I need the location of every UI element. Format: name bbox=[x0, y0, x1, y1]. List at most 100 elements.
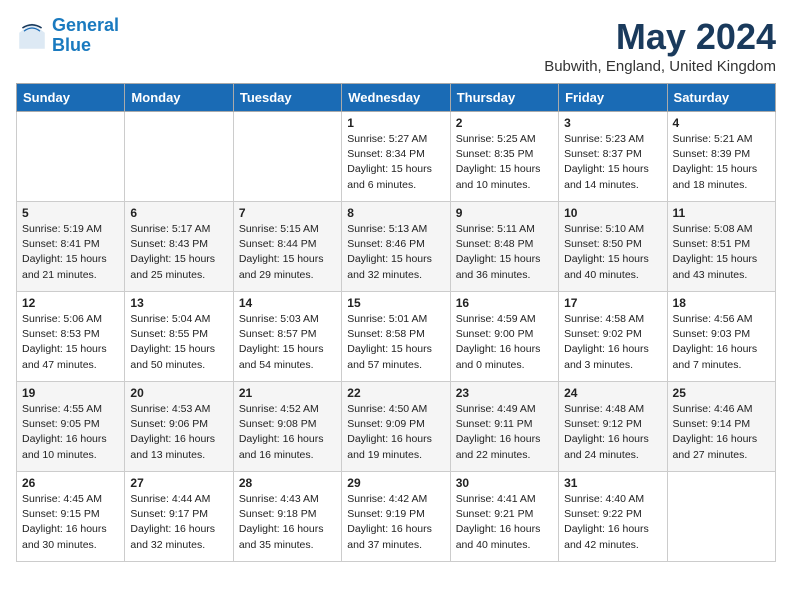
calendar-cell: 13 Sunrise: 5:04 AM Sunset: 8:55 PM Dayli… bbox=[125, 292, 233, 382]
day-number: 1 bbox=[347, 116, 444, 130]
calendar-cell: 1 Sunrise: 5:27 AM Sunset: 8:34 PM Daylig… bbox=[342, 112, 450, 202]
day-number: 3 bbox=[564, 116, 661, 130]
calendar-cell: 26 Sunrise: 4:45 AM Sunset: 9:15 PM Dayli… bbox=[17, 472, 125, 562]
day-details: Sunrise: 5:19 AM Sunset: 8:41 PM Dayligh… bbox=[22, 222, 119, 283]
day-number: 28 bbox=[239, 476, 336, 490]
day-number: 20 bbox=[130, 386, 227, 400]
day-number: 14 bbox=[239, 296, 336, 310]
calendar-cell: 27 Sunrise: 4:44 AM Sunset: 9:17 PM Dayli… bbox=[125, 472, 233, 562]
day-details: Sunrise: 5:04 AM Sunset: 8:55 PM Dayligh… bbox=[130, 312, 227, 373]
logo-text: General Blue bbox=[52, 16, 119, 56]
day-details: Sunrise: 5:01 AM Sunset: 8:58 PM Dayligh… bbox=[347, 312, 444, 373]
day-number: 17 bbox=[564, 296, 661, 310]
calendar-cell: 6 Sunrise: 5:17 AM Sunset: 8:43 PM Daylig… bbox=[125, 202, 233, 292]
day-number: 8 bbox=[347, 206, 444, 220]
calendar-cell: 25Sunrise: 4:46 AM Sunset: 9:14 PM Dayli… bbox=[667, 382, 775, 472]
day-details: Sunrise: 4:42 AM Sunset: 9:19 PM Dayligh… bbox=[347, 492, 444, 553]
calendar-cell: 10Sunrise: 5:10 AM Sunset: 8:50 PM Dayli… bbox=[559, 202, 667, 292]
day-details: Sunrise: 5:25 AM Sunset: 8:35 PM Dayligh… bbox=[456, 132, 553, 193]
day-number: 2 bbox=[456, 116, 553, 130]
day-number: 7 bbox=[239, 206, 336, 220]
header-day-friday: Friday bbox=[559, 84, 667, 112]
day-number: 31 bbox=[564, 476, 661, 490]
calendar-cell: 14 Sunrise: 5:03 AM Sunset: 8:57 PM Dayli… bbox=[233, 292, 341, 382]
calendar-cell: 23 Sunrise: 4:49 AM Sunset: 9:11 PM Dayli… bbox=[450, 382, 558, 472]
day-details: Sunrise: 5:15 AM Sunset: 8:44 PM Dayligh… bbox=[239, 222, 336, 283]
day-number: 13 bbox=[130, 296, 227, 310]
title-block: May 2024 Bubwith, England, United Kingdo… bbox=[544, 16, 776, 75]
calendar-cell: 5 Sunrise: 5:19 AM Sunset: 8:41 PM Daylig… bbox=[17, 202, 125, 292]
logo-line1: General bbox=[52, 15, 119, 35]
day-number: 10 bbox=[564, 206, 661, 220]
header-day-monday: Monday bbox=[125, 84, 233, 112]
calendar-cell: 7 Sunrise: 5:15 AM Sunset: 8:44 PM Daylig… bbox=[233, 202, 341, 292]
calendar-cell: 16 Sunrise: 4:59 AM Sunset: 9:00 PM Dayli… bbox=[450, 292, 558, 382]
day-number: 18 bbox=[673, 296, 770, 310]
day-details: Sunrise: 4:52 AM Sunset: 9:08 PM Dayligh… bbox=[239, 402, 336, 463]
header-day-sunday: Sunday bbox=[17, 84, 125, 112]
calendar-cell: 15 Sunrise: 5:01 AM Sunset: 8:58 PM Dayli… bbox=[342, 292, 450, 382]
day-number: 15 bbox=[347, 296, 444, 310]
calendar-week-row: 26 Sunrise: 4:45 AM Sunset: 9:15 PM Dayli… bbox=[17, 472, 776, 562]
day-number: 29 bbox=[347, 476, 444, 490]
day-details: Sunrise: 5:08 AM Sunset: 8:51 PM Dayligh… bbox=[673, 222, 770, 283]
calendar-week-row: 12Sunrise: 5:06 AM Sunset: 8:53 PM Dayli… bbox=[17, 292, 776, 382]
day-details: Sunrise: 4:56 AM Sunset: 9:03 PM Dayligh… bbox=[673, 312, 770, 373]
calendar-cell: 11 Sunrise: 5:08 AM Sunset: 8:51 PM Dayli… bbox=[667, 202, 775, 292]
day-number: 21 bbox=[239, 386, 336, 400]
day-details: Sunrise: 5:17 AM Sunset: 8:43 PM Dayligh… bbox=[130, 222, 227, 283]
day-details: Sunrise: 4:58 AM Sunset: 9:02 PM Dayligh… bbox=[564, 312, 661, 373]
page-header: General Blue May 2024 Bubwith, England, … bbox=[16, 16, 776, 75]
location: Bubwith, England, United Kingdom bbox=[544, 58, 776, 75]
day-number: 25 bbox=[673, 386, 770, 400]
day-number: 5 bbox=[22, 206, 119, 220]
calendar-cell: 2 Sunrise: 5:25 AM Sunset: 8:35 PM Daylig… bbox=[450, 112, 558, 202]
calendar-cell: 4 Sunrise: 5:21 AM Sunset: 8:39 PM Daylig… bbox=[667, 112, 775, 202]
calendar-cell: 31 Sunrise: 4:40 AM Sunset: 9:22 PM Dayli… bbox=[559, 472, 667, 562]
day-details: Sunrise: 5:03 AM Sunset: 8:57 PM Dayligh… bbox=[239, 312, 336, 373]
calendar-cell: 22Sunrise: 4:50 AM Sunset: 9:09 PM Dayli… bbox=[342, 382, 450, 472]
header-day-wednesday: Wednesday bbox=[342, 84, 450, 112]
day-number: 11 bbox=[673, 206, 770, 220]
day-details: Sunrise: 5:06 AM Sunset: 8:53 PM Dayligh… bbox=[22, 312, 119, 373]
calendar-cell: 3 Sunrise: 5:23 AM Sunset: 8:37 PM Daylig… bbox=[559, 112, 667, 202]
calendar-cell: 18 Sunrise: 4:56 AM Sunset: 9:03 PM Dayli… bbox=[667, 292, 775, 382]
calendar-cell: 20Sunrise: 4:53 AM Sunset: 9:06 PM Dayli… bbox=[125, 382, 233, 472]
day-details: Sunrise: 5:27 AM Sunset: 8:34 PM Dayligh… bbox=[347, 132, 444, 193]
day-number: 6 bbox=[130, 206, 227, 220]
calendar-cell: 21 Sunrise: 4:52 AM Sunset: 9:08 PM Dayli… bbox=[233, 382, 341, 472]
day-details: Sunrise: 4:44 AM Sunset: 9:17 PM Dayligh… bbox=[130, 492, 227, 553]
logo-line2: Blue bbox=[52, 35, 91, 55]
calendar-week-row: 1 Sunrise: 5:27 AM Sunset: 8:34 PM Daylig… bbox=[17, 112, 776, 202]
day-details: Sunrise: 4:40 AM Sunset: 9:22 PM Dayligh… bbox=[564, 492, 661, 553]
day-details: Sunrise: 4:48 AM Sunset: 9:12 PM Dayligh… bbox=[564, 402, 661, 463]
header-day-saturday: Saturday bbox=[667, 84, 775, 112]
day-details: Sunrise: 4:50 AM Sunset: 9:09 PM Dayligh… bbox=[347, 402, 444, 463]
day-details: Sunrise: 5:13 AM Sunset: 8:46 PM Dayligh… bbox=[347, 222, 444, 283]
calendar-cell: 19Sunrise: 4:55 AM Sunset: 9:05 PM Dayli… bbox=[17, 382, 125, 472]
day-number: 4 bbox=[673, 116, 770, 130]
day-number: 19 bbox=[22, 386, 119, 400]
day-number: 16 bbox=[456, 296, 553, 310]
day-number: 26 bbox=[22, 476, 119, 490]
day-number: 24 bbox=[564, 386, 661, 400]
day-details: Sunrise: 4:49 AM Sunset: 9:11 PM Dayligh… bbox=[456, 402, 553, 463]
calendar-cell: 30 Sunrise: 4:41 AM Sunset: 9:21 PM Dayli… bbox=[450, 472, 558, 562]
day-details: Sunrise: 4:41 AM Sunset: 9:21 PM Dayligh… bbox=[456, 492, 553, 553]
calendar-cell: 12Sunrise: 5:06 AM Sunset: 8:53 PM Dayli… bbox=[17, 292, 125, 382]
calendar-week-row: 19Sunrise: 4:55 AM Sunset: 9:05 PM Dayli… bbox=[17, 382, 776, 472]
day-number: 30 bbox=[456, 476, 553, 490]
header-day-tuesday: Tuesday bbox=[233, 84, 341, 112]
day-details: Sunrise: 5:23 AM Sunset: 8:37 PM Dayligh… bbox=[564, 132, 661, 193]
day-number: 23 bbox=[456, 386, 553, 400]
day-details: Sunrise: 5:21 AM Sunset: 8:39 PM Dayligh… bbox=[673, 132, 770, 193]
month-title: May 2024 bbox=[544, 16, 776, 58]
day-number: 27 bbox=[130, 476, 227, 490]
day-details: Sunrise: 4:59 AM Sunset: 9:00 PM Dayligh… bbox=[456, 312, 553, 373]
day-details: Sunrise: 4:43 AM Sunset: 9:18 PM Dayligh… bbox=[239, 492, 336, 553]
day-number: 9 bbox=[456, 206, 553, 220]
day-details: Sunrise: 4:45 AM Sunset: 9:15 PM Dayligh… bbox=[22, 492, 119, 553]
calendar-cell bbox=[125, 112, 233, 202]
day-details: Sunrise: 5:11 AM Sunset: 8:48 PM Dayligh… bbox=[456, 222, 553, 283]
calendar-cell bbox=[667, 472, 775, 562]
